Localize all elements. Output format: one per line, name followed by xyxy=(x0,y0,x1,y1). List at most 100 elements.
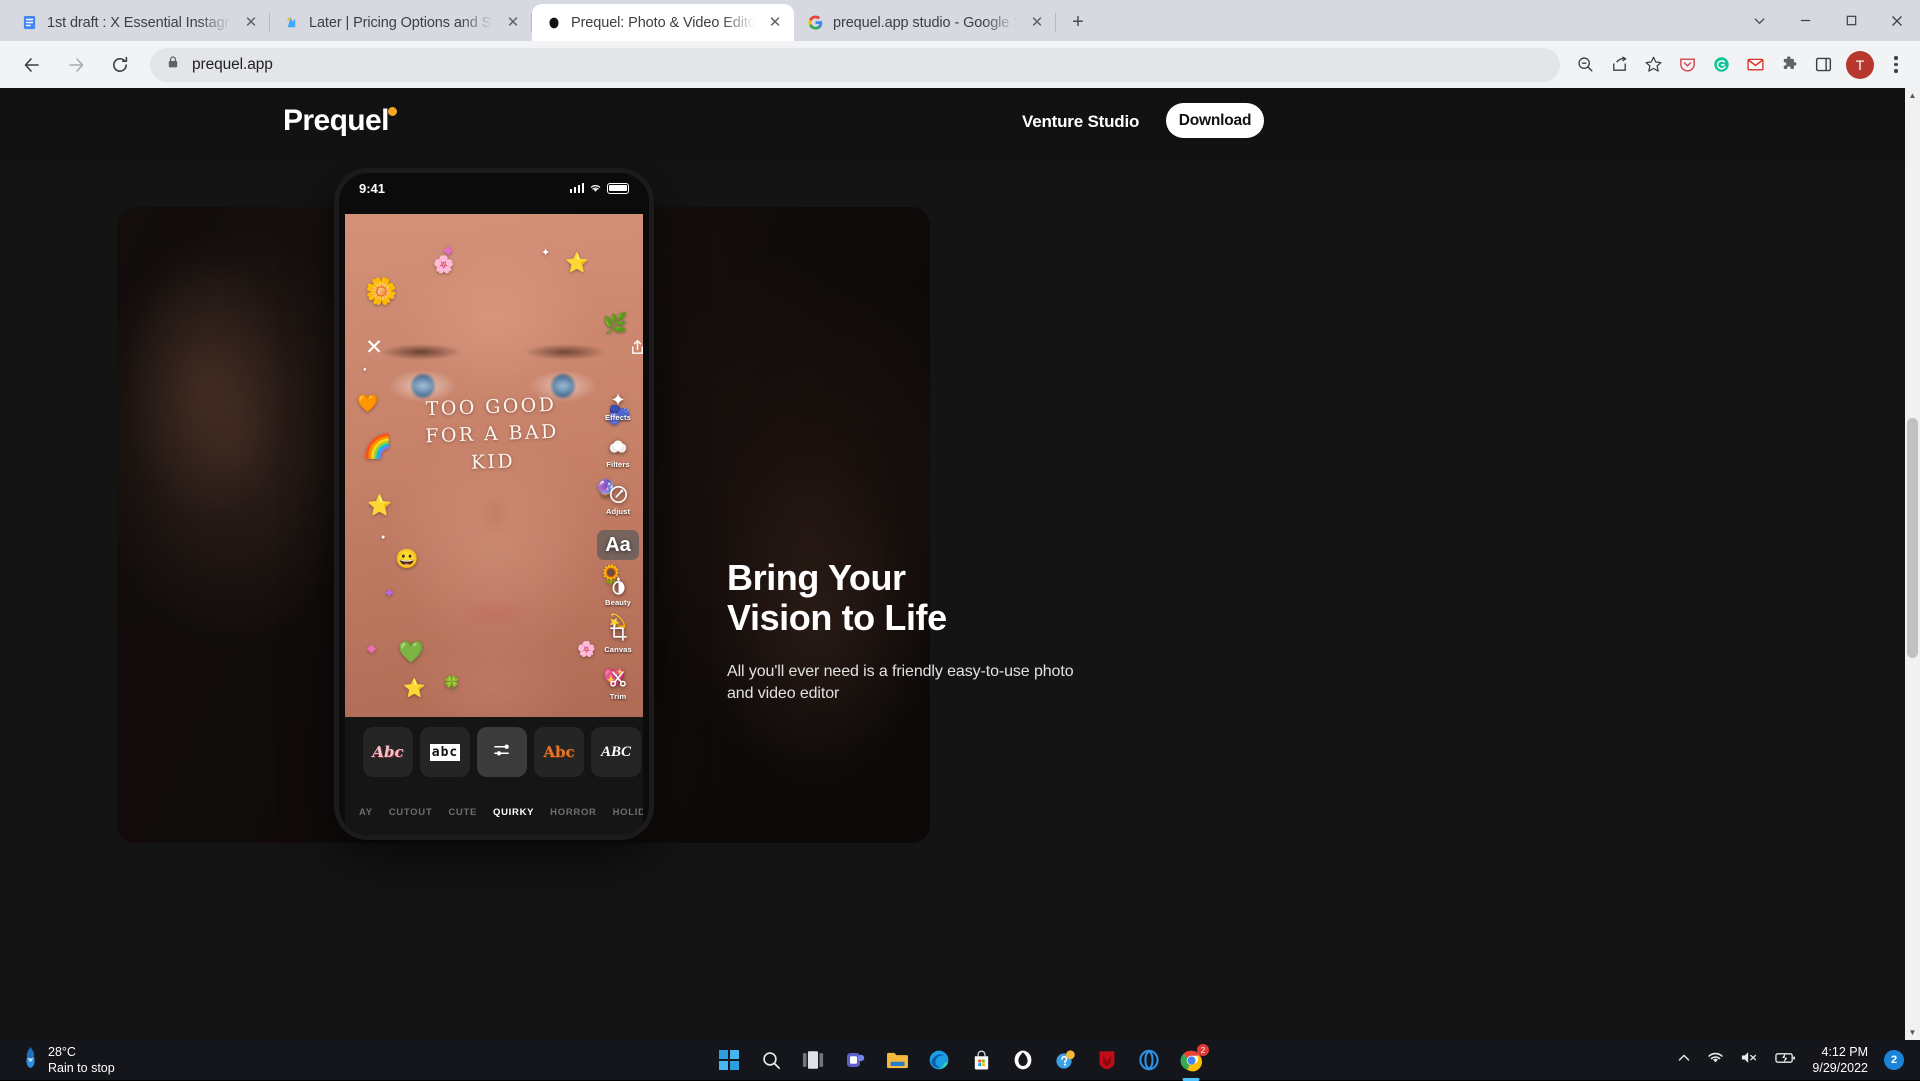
close-editor-button[interactable]: ✕ xyxy=(363,336,385,358)
later-icon xyxy=(283,14,300,31)
share-icon[interactable] xyxy=(627,337,643,357)
tab-close-button[interactable]: ✕ xyxy=(764,12,786,34)
category-cute[interactable]: CUTE xyxy=(448,807,477,818)
new-tab-button[interactable]: + xyxy=(1063,7,1093,37)
font-card-3[interactable]: Abc xyxy=(534,727,584,777)
tool-label: Adjust xyxy=(606,507,630,516)
app-icon[interactable] xyxy=(1010,1047,1036,1073)
weather-widget[interactable]: 28°C Rain to stop xyxy=(22,1044,115,1076)
minimize-icon[interactable] xyxy=(1782,0,1828,41)
tool-label: Trim xyxy=(610,692,626,701)
scroll-down-arrow-icon[interactable]: ▼ xyxy=(1905,1025,1920,1040)
tool-adjust[interactable]: Adjust xyxy=(597,483,639,516)
sticker-star-purple[interactable]: ✦ xyxy=(383,586,396,601)
chrome-icon[interactable]: 2 xyxy=(1178,1047,1204,1073)
tab-strip: 1st draft : X Essential Instagram ✕ Late… xyxy=(0,0,1920,41)
tool-text[interactable]: Aa xyxy=(597,530,639,560)
page-scrollbar[interactable]: ▲ ▼ xyxy=(1905,88,1920,1040)
font-card-4[interactable]: ABC xyxy=(591,727,641,777)
font-preset-row[interactable]: Abc abc Abc ABC xyxy=(345,725,643,779)
maximize-icon[interactable] xyxy=(1828,0,1874,41)
split-screen-icon[interactable] xyxy=(1808,50,1838,80)
tab-title: prequel.app studio - Google Sea xyxy=(833,15,1017,31)
category-ay[interactable]: AY xyxy=(359,807,373,818)
category-holidays[interactable]: HOLIDAYS xyxy=(613,807,643,818)
wifi-icon[interactable] xyxy=(1707,1050,1724,1070)
sticker-flower-green-rail[interactable]: 🌿 xyxy=(603,314,628,334)
sticker-dot-white-1[interactable]: ● xyxy=(381,534,385,541)
sticker-flower-purple[interactable]: 🌸 xyxy=(433,256,454,273)
scroll-up-arrow-icon[interactable]: ▲ xyxy=(1905,88,1920,103)
share-icon[interactable] xyxy=(1604,50,1634,80)
tab-close-button[interactable]: ✕ xyxy=(1026,12,1048,34)
sticker-flower-yellow[interactable]: 🌼 xyxy=(365,278,397,304)
chevron-down-icon[interactable] xyxy=(1736,0,1782,41)
antivirus-icon[interactable] xyxy=(1094,1047,1120,1073)
browser-tab-1[interactable]: 1st draft : X Essential Instagram ✕ xyxy=(8,4,270,41)
font-card-sliders[interactable] xyxy=(477,727,527,777)
bookmark-star-icon[interactable] xyxy=(1638,50,1668,80)
task-view-icon[interactable] xyxy=(800,1047,826,1073)
close-icon[interactable] xyxy=(1874,0,1920,41)
profile-avatar[interactable]: T xyxy=(1846,51,1874,79)
teams-icon[interactable] xyxy=(842,1047,868,1073)
zoom-out-icon[interactable] xyxy=(1570,50,1600,80)
forward-arrow-icon[interactable] xyxy=(58,47,94,83)
sticker-heart-green[interactable]: 💚 xyxy=(398,642,424,663)
tool-canvas[interactable]: Canvas xyxy=(597,621,639,654)
tool-filters[interactable]: Filters xyxy=(597,436,639,469)
photo-canvas[interactable]: TOO GOOD FOR A BAD KID 🌼 ✦ 🌸 ⭐ ✦ 🧡 🌈 ⭐ 😀… xyxy=(345,214,643,766)
volume-muted-icon[interactable] xyxy=(1740,1050,1759,1070)
back-arrow-icon[interactable] xyxy=(14,47,50,83)
chevron-up-icon[interactable] xyxy=(1677,1051,1691,1070)
browser-tab-4[interactable]: prequel.app studio - Google Sea ✕ xyxy=(794,4,1056,41)
tab-close-button[interactable]: ✕ xyxy=(502,12,524,34)
sticker-smiley-green[interactable]: 😀 xyxy=(395,550,419,569)
sticker-category-row[interactable]: AY CUTOUT CUTE QUIRKY HORROR HOLIDAYS xyxy=(345,807,643,818)
sticker-rainbow[interactable]: 🌈 xyxy=(363,435,392,458)
font-card-1[interactable]: abc xyxy=(420,727,470,777)
category-horror[interactable]: HORROR xyxy=(550,807,596,818)
nav-link-venture-studio[interactable]: Venture Studio xyxy=(1022,112,1139,132)
sticker-dot-white-2[interactable]: ● xyxy=(363,367,367,373)
sticker-heart-orange[interactable]: 🧡 xyxy=(357,395,378,412)
pocket-icon[interactable] xyxy=(1672,50,1702,80)
tool-beauty[interactable]: Beauty xyxy=(597,574,639,607)
extension-puzzle-icon[interactable] xyxy=(1774,50,1804,80)
category-cutout[interactable]: CUTOUT xyxy=(389,807,433,818)
gmail-icon[interactable] xyxy=(1740,50,1770,80)
microsoft-store-icon[interactable] xyxy=(968,1047,994,1073)
edge-icon[interactable] xyxy=(926,1047,952,1073)
battery-charging-icon[interactable] xyxy=(1775,1051,1796,1070)
address-bar[interactable]: prequel.app xyxy=(150,48,1560,82)
browser-tab-2[interactable]: Later | Pricing Options and Subsc ✕ xyxy=(270,4,532,41)
tool-effects[interactable]: ✦ Effects xyxy=(597,389,639,422)
sticker-sparkle-white-top[interactable]: ✦ xyxy=(541,248,550,259)
windows-start-icon[interactable] xyxy=(716,1047,742,1073)
sticker-leaf[interactable]: 🍀 xyxy=(443,676,460,690)
scrollbar-thumb[interactable] xyxy=(1907,418,1918,658)
sticker-star-yellow[interactable]: ⭐ xyxy=(367,496,392,516)
font-card-0[interactable]: Abc xyxy=(363,727,413,777)
file-explorer-icon[interactable] xyxy=(884,1047,910,1073)
reload-icon[interactable] xyxy=(102,47,138,83)
tool-trim[interactable]: Trim xyxy=(597,668,639,701)
site-logo[interactable]: Prequel xyxy=(283,104,389,138)
canvas-overlay-text[interactable]: TOO GOOD FOR A BAD KID xyxy=(396,391,589,480)
sticker-star-blue[interactable]: ⭐ xyxy=(565,254,589,273)
opera-icon[interactable] xyxy=(1136,1047,1162,1073)
help-icon[interactable] xyxy=(1052,1047,1078,1073)
three-dot-menu-icon[interactable] xyxy=(1882,56,1910,73)
sticker-star-blue-bottom[interactable]: ⭐ xyxy=(403,679,425,697)
download-button[interactable]: Download xyxy=(1166,103,1264,138)
search-icon[interactable] xyxy=(758,1047,784,1073)
taskbar-clock[interactable]: 4:12 PM 9/29/2022 xyxy=(1812,1044,1868,1077)
grammarly-icon[interactable] xyxy=(1706,50,1736,80)
browser-tab-3[interactable]: Prequel: Photo & Video Editor ✕ xyxy=(532,4,794,41)
weather-text: 28°C Rain to stop xyxy=(48,1044,115,1076)
category-quirky[interactable]: QUIRKY xyxy=(493,807,534,818)
sticker-flower-blue[interactable]: 🌸 xyxy=(577,642,596,657)
sticker-diamond-pink[interactable]: ◆ xyxy=(367,642,376,654)
tab-close-button[interactable]: ✕ xyxy=(240,12,262,34)
notification-badge[interactable]: 2 xyxy=(1884,1050,1904,1070)
